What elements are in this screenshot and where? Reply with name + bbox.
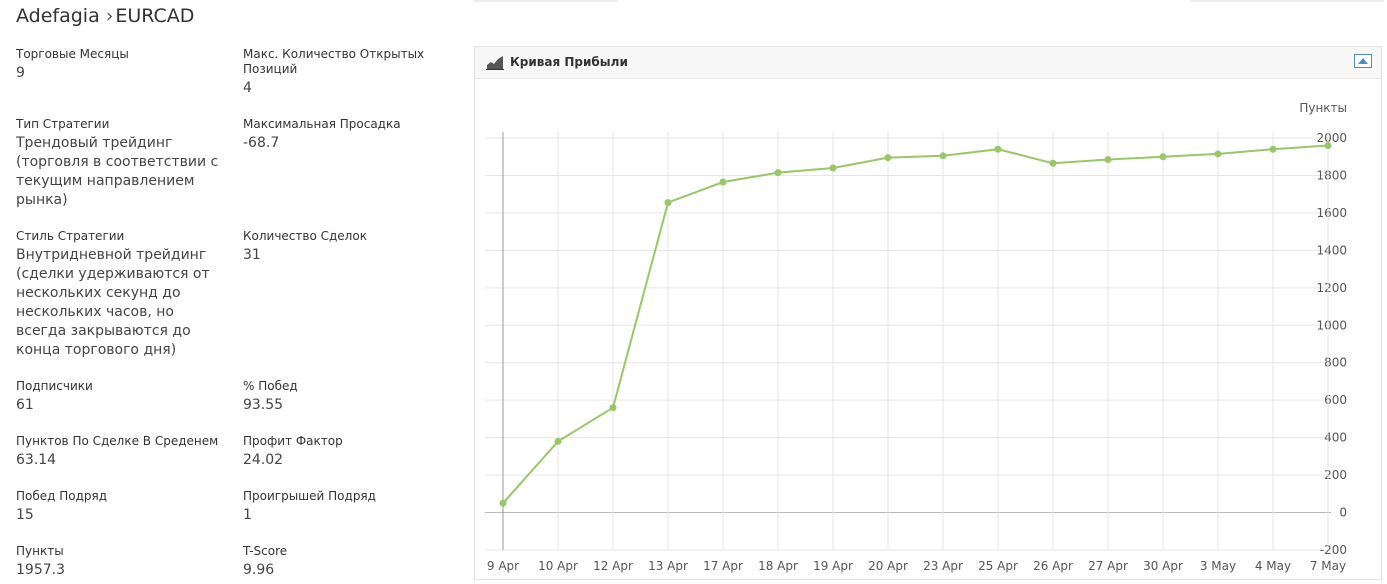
x-tick-label: 30 Apr	[1143, 559, 1183, 573]
stat-win-percent: % Побед 93.55	[243, 379, 443, 415]
stat-value: 31	[243, 247, 261, 263]
stat-trading-months: Торговые Месяцы 9	[16, 47, 228, 83]
stat-value: 1	[243, 507, 252, 523]
stat-label: Стиль Стратегии	[16, 229, 125, 243]
stat-value: 15	[16, 507, 34, 523]
stat-value: 63.14	[16, 452, 57, 468]
x-tick-label: 7 May	[1310, 559, 1346, 573]
y-tick-label: 1600	[1316, 206, 1347, 220]
y-axis-title: Пункты	[1299, 101, 1347, 115]
data-point	[719, 178, 727, 186]
x-tick-label: 10 Apr	[538, 559, 578, 573]
y-tick-label: 1200	[1316, 281, 1347, 295]
data-point	[1324, 141, 1332, 149]
stat-avg-pips-per-trade: Пунктов По Сделке В Среденем 63.14	[16, 434, 228, 470]
stat-max-open-positions: Макс. Количество Открытых Позиций 4	[243, 47, 443, 98]
data-point	[609, 404, 617, 412]
stat-strategy-type: Тип Стратегии Трендовый трейдинг (торгов…	[16, 117, 228, 210]
stat-t-score: T-Score 9.96	[243, 544, 443, 580]
profit-curve-panel: Кривая Прибыли -200 0 200 400 600 800 1000 1200…	[474, 46, 1382, 580]
x-tick-label: 26 Apr	[1033, 559, 1073, 573]
profit-curve-chart: -200020040060080010001200140016001800200…	[485, 101, 1347, 573]
collapse-icon[interactable]	[1354, 54, 1372, 68]
stat-label: Пункты	[16, 544, 64, 558]
breadcrumb-separator: ›	[105, 5, 114, 27]
stat-subscribers: Подписчики 61	[16, 379, 228, 415]
y-tick-label: 0	[1339, 506, 1347, 520]
stat-value: 4	[243, 80, 252, 96]
x-tick-label: 3 May	[1200, 559, 1236, 573]
strategy-name: Adefagia	[16, 5, 100, 27]
x-tick-label: 17 Apr	[703, 559, 743, 573]
x-tick-label: 20 Apr	[868, 559, 908, 573]
stat-label: Количество Сделок	[243, 229, 367, 243]
stat-value: -68.7	[243, 135, 280, 151]
data-point	[664, 199, 672, 207]
data-point	[499, 499, 507, 507]
stat-label: Макс. Количество Открытых Позиций	[243, 47, 425, 76]
tab-divider-right	[1190, 0, 1384, 2]
y-tick-label: 1400	[1316, 243, 1347, 257]
series-line	[502, 144, 1329, 504]
stat-value: 93.55	[243, 397, 284, 413]
page-title: Adefagia › EURCAD	[16, 5, 194, 27]
data-point	[1269, 145, 1277, 153]
stat-value: 61	[16, 397, 34, 413]
x-tick-label: 27 Apr	[1088, 559, 1128, 573]
stat-label: Тип Стратегии	[16, 117, 110, 131]
y-tick-label: 1800	[1316, 168, 1347, 182]
stat-value: Трендовый трейдинг (торговля в соответст…	[16, 135, 219, 208]
symbol-name: EURCAD	[115, 5, 195, 27]
area-chart-icon	[486, 56, 504, 70]
stat-max-drawdown: Максимальная Просадка -68.7	[243, 117, 443, 153]
stat-value: 24.02	[243, 452, 284, 468]
tab-divider-left	[474, 0, 618, 2]
x-tick-label: 18 Apr	[758, 559, 798, 573]
stat-label: Максимальная Просадка	[243, 117, 401, 131]
stat-loss-streak: Проигрышей Подряд 1	[243, 489, 443, 525]
stat-label: Торговые Месяцы	[16, 47, 129, 61]
stat-value: 1957.3	[16, 562, 65, 578]
data-point	[939, 152, 947, 160]
panel-header: Кривая Прибыли	[475, 47, 1381, 79]
x-tick-label: 25 Apr	[978, 559, 1018, 573]
y-tick-label: -200	[1320, 543, 1347, 557]
data-point	[554, 437, 562, 445]
data-point	[1104, 156, 1112, 164]
stat-label: T-Score	[243, 544, 288, 558]
stat-label: Профит Фактор	[243, 434, 343, 448]
x-tick-label: 19 Apr	[813, 559, 853, 573]
y-tick-label: 2000	[1316, 131, 1347, 145]
data-point	[1159, 153, 1167, 161]
x-tick-label: 23 Apr	[923, 559, 963, 573]
data-point	[1049, 159, 1057, 167]
panel-title: Кривая Прибыли	[510, 55, 628, 69]
stat-label: Пунктов По Сделке В Среденем	[16, 434, 219, 448]
x-tick-label: 9 Apr	[487, 559, 519, 573]
stat-profit-factor: Профит Фактор 24.02	[243, 434, 443, 470]
x-tick-label: 12 Apr	[593, 559, 633, 573]
data-point	[1214, 150, 1222, 158]
stat-label: Подписчики	[16, 379, 93, 393]
y-tick-label: 1000	[1316, 318, 1347, 332]
stat-value: 9	[16, 65, 25, 81]
stat-value: 9.96	[243, 562, 275, 578]
stat-value: Внутридневной трейдинг (сделки удерживаю…	[16, 247, 210, 358]
data-point	[829, 164, 837, 172]
x-tick-label: 13 Apr	[648, 559, 688, 573]
stat-label: Проигрышей Подряд	[243, 489, 376, 503]
data-point	[994, 145, 1002, 153]
data-point	[884, 154, 892, 162]
stat-trade-count: Количество Сделок 31	[243, 229, 443, 265]
stat-strategy-style: Стиль Стратегии Внутридневной трейдинг (…	[16, 229, 228, 360]
stat-win-streak: Побед Подряд 15	[16, 489, 228, 525]
stat-pips: Пункты 1957.3	[16, 544, 228, 580]
x-tick-label: 4 May	[1255, 559, 1291, 573]
stat-label: % Побед	[243, 379, 298, 393]
stat-label: Побед Подряд	[16, 489, 108, 503]
data-point	[774, 169, 782, 177]
